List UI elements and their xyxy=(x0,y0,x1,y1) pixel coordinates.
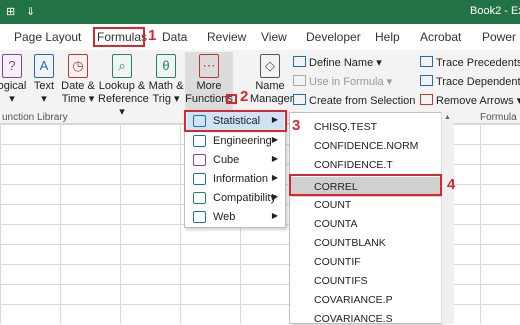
engineering-icon xyxy=(193,135,206,147)
remove-arrows-label: Remove Arrows ▾ xyxy=(436,95,520,107)
trace-precedents-icon xyxy=(420,56,433,67)
create-from-selection-label: Create from Selection xyxy=(309,95,416,107)
trace-dependents-button[interactable]: Trace Dependents xyxy=(420,75,520,88)
trace-dependents-label: Trace Dependents xyxy=(436,76,520,88)
cube-icon xyxy=(193,154,206,166)
text-label: Text xyxy=(33,80,55,92)
tab-review[interactable]: Review xyxy=(207,30,246,44)
tab-help[interactable]: Help xyxy=(375,30,400,44)
function-item[interactable]: COVARIANCE.P xyxy=(314,294,393,306)
tab-power-pivot[interactable]: Power P xyxy=(482,30,520,44)
use-in-formula-label: Use in Formula ▾ xyxy=(309,76,393,88)
math-label: Math & xyxy=(148,80,184,92)
manager-label: Manager xyxy=(250,93,294,105)
define-name-label: Define Name ▾ xyxy=(309,57,382,69)
ribbon-tabs: Page Layout Formulas Data Review View De… xyxy=(0,24,520,50)
tab-page-layout[interactable]: Page Layout xyxy=(14,30,81,44)
reference-label: Reference ▾ xyxy=(98,93,149,118)
window-title: Book2 - Ex xyxy=(470,5,520,17)
lookup-label: Lookup & xyxy=(98,80,146,92)
date-time-label: Date & xyxy=(61,80,95,92)
math-trig-button[interactable]: θ Math & Trig ▾ xyxy=(148,54,184,110)
web-icon xyxy=(193,211,206,223)
compatibility-label: Compatibility xyxy=(213,192,276,204)
engineering-label: Engineering xyxy=(213,135,272,147)
information-label: Information xyxy=(213,173,269,185)
trace-precedents-button[interactable]: Trace Precedents xyxy=(420,56,520,69)
text-arrow: ▾ xyxy=(41,93,47,105)
menu-item-compatibility[interactable]: Compatibility ▶ xyxy=(187,188,284,208)
submenu-arrow-icon: ▶ xyxy=(271,211,278,220)
step-number-3: 3 xyxy=(292,117,301,134)
tab-data[interactable]: Data xyxy=(162,30,187,44)
name-manager-button[interactable]: ◇ Name Manager xyxy=(250,54,294,110)
text-button[interactable]: A Text ▾ xyxy=(26,54,62,110)
function-item[interactable]: CONFIDENCE.T xyxy=(314,159,393,171)
cube-label: Cube xyxy=(213,154,240,166)
submenu-arrow-icon: ▶ xyxy=(271,154,278,163)
use-in-formula-icon xyxy=(293,75,306,86)
remove-arrows-button[interactable]: Remove Arrows ▾ xyxy=(420,94,520,107)
tab-developer[interactable]: Developer xyxy=(306,30,361,44)
lookup-icon: ⌕ xyxy=(112,54,132,78)
tab-acrobat[interactable]: Acrobat xyxy=(420,30,461,44)
lookup-reference-button[interactable]: ⌕ Lookup & Reference ▾ xyxy=(98,54,149,118)
more-label: More xyxy=(196,80,222,92)
tag-icon: ◇ xyxy=(260,54,280,78)
trace-dependents-icon xyxy=(420,75,433,86)
customize-quick-access-icon[interactable]: ⇓ xyxy=(26,5,35,18)
title-bar: ⊞ ⇓ Book2 - Ex xyxy=(0,0,520,24)
step-number-1: 1 xyxy=(148,27,157,44)
highlight-box-correl xyxy=(289,174,442,196)
logical-label: ogical xyxy=(0,80,27,92)
menu-item-engineering[interactable]: Engineering ▶ xyxy=(187,131,284,151)
theta-icon: θ xyxy=(156,54,176,78)
trig-label: Trig ▾ xyxy=(152,93,180,105)
define-name-icon xyxy=(293,56,306,67)
remove-arrows-icon xyxy=(420,94,433,105)
tab-view[interactable]: View xyxy=(261,30,287,44)
highlight-box-formulas xyxy=(93,27,145,47)
highlight-box-statistical xyxy=(184,110,287,132)
create-from-selection-icon xyxy=(293,94,306,105)
trace-precedents-label: Trace Precedents xyxy=(436,57,520,69)
quick-access-icon[interactable]: ⊞ xyxy=(6,5,15,18)
web-label: Web xyxy=(213,211,236,223)
function-item[interactable]: COVARIANCE.S xyxy=(314,313,393,325)
function-item[interactable]: COUNT xyxy=(314,199,351,211)
menu-item-cube[interactable]: Cube ▶ xyxy=(187,150,284,170)
menu-item-web[interactable]: Web ▶ xyxy=(187,207,284,227)
scroll-up-icon[interactable]: ▲ xyxy=(444,114,451,121)
function-item[interactable]: COUNTIF xyxy=(314,256,361,268)
formula-auditing-group-label: Formula P xyxy=(480,112,520,123)
clock-icon: ◷ xyxy=(68,54,88,78)
date-time-label2: Time ▾ xyxy=(61,93,95,105)
submenu-arrow-icon: ▶ xyxy=(271,135,278,144)
function-item[interactable]: COUNTBLANK xyxy=(314,237,386,249)
submenu-arrow-icon: ▶ xyxy=(271,173,278,182)
statistical-functions-menu: CHISQ.TEST CONFIDENCE.NORM CONFIDENCE.T … xyxy=(289,112,442,325)
more-functions-icon: ⋯ xyxy=(199,54,219,78)
text-icon: A xyxy=(34,54,54,78)
define-name-button[interactable]: Define Name ▾ xyxy=(293,56,382,69)
function-item[interactable]: CHISQ.TEST xyxy=(314,121,377,133)
highlight-box-more-functions xyxy=(226,94,237,104)
information-icon xyxy=(193,173,206,185)
step-number-4: 4 xyxy=(447,176,456,193)
submenu-arrow-icon: ▶ xyxy=(271,192,278,201)
function-item[interactable]: CONFIDENCE.NORM xyxy=(314,140,418,152)
date-time-button[interactable]: ◷ Date & Time ▾ xyxy=(60,54,96,110)
create-from-selection-button[interactable]: Create from Selection xyxy=(293,94,415,107)
step-number-2: 2 xyxy=(240,88,249,105)
logical-icon: ? xyxy=(2,54,22,78)
function-item[interactable]: COUNTIFS xyxy=(314,275,368,287)
function-library-group-label: unction Library xyxy=(2,112,68,123)
compatibility-icon xyxy=(193,192,206,204)
menu-item-information[interactable]: Information ▶ xyxy=(187,169,284,189)
logical-arrow: ▾ xyxy=(9,93,15,105)
menu-scrollbar[interactable]: ▲ xyxy=(441,112,454,324)
name-label: Name xyxy=(255,80,285,92)
function-item[interactable]: COUNTA xyxy=(314,218,358,230)
use-in-formula-button[interactable]: Use in Formula ▾ xyxy=(293,75,392,88)
